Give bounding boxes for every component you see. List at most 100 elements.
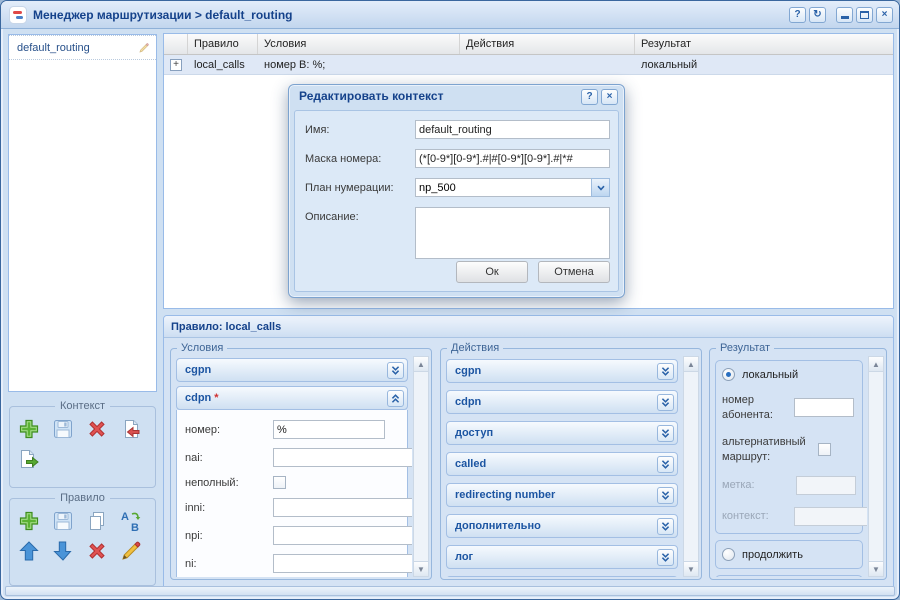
context-list: default_routing xyxy=(8,34,157,392)
scroll-down-icon[interactable]: ▼ xyxy=(684,561,698,576)
cgpn-panel-header[interactable]: cgpn xyxy=(176,358,408,382)
close-icon[interactable]: × xyxy=(876,7,893,23)
grid-header-expander xyxy=(164,34,188,54)
mask-input[interactable] xyxy=(415,149,610,168)
chevron-up-icon[interactable] xyxy=(387,390,404,407)
action-panel-access[interactable]: доступ xyxy=(446,421,678,445)
description-textarea[interactable] xyxy=(415,207,610,259)
actions-fieldset: Действия cgpn cdpn доступ c xyxy=(440,342,702,580)
chevron-down-icon[interactable] xyxy=(657,394,674,411)
numbering-plan-select[interactable] xyxy=(415,178,591,197)
rule-move-up-button[interactable] xyxy=(16,538,42,564)
rule-add-button[interactable] xyxy=(16,508,42,534)
action-panel-called[interactable]: called xyxy=(446,452,678,476)
number-input[interactable] xyxy=(273,420,385,439)
export-icon xyxy=(17,447,41,471)
chevron-down-icon[interactable] xyxy=(657,363,674,380)
continue-option[interactable]: продолжить xyxy=(722,548,856,561)
rule-delete-button[interactable] xyxy=(84,538,110,564)
ok-button[interactable]: Ок xyxy=(456,261,528,283)
radio-icon[interactable] xyxy=(722,548,735,561)
dialog-help-icon[interactable]: ? xyxy=(581,89,598,105)
local-option[interactable]: локальный xyxy=(722,368,856,381)
rule-move-down-button[interactable] xyxy=(50,538,76,564)
incomplete-checkbox[interactable] xyxy=(273,476,286,489)
arrow-up-icon xyxy=(17,539,41,563)
radio-selected-icon[interactable] xyxy=(722,368,735,381)
result-content: локальный номер абонента: альтернативный… xyxy=(711,354,867,577)
chevron-down-icon[interactable] xyxy=(657,487,674,504)
alt-route-checkbox[interactable] xyxy=(818,443,831,456)
grid-header-result[interactable]: Результат xyxy=(635,34,893,54)
context-select[interactable] xyxy=(794,507,867,526)
chevron-down-icon[interactable] xyxy=(387,362,404,379)
rule-rename-button[interactable]: A B xyxy=(118,508,144,534)
chevron-down-icon[interactable] xyxy=(657,456,674,473)
cdpn-panel-header[interactable]: cdpn* xyxy=(176,386,408,410)
chevron-down-icon[interactable] xyxy=(657,518,674,535)
name-input[interactable] xyxy=(415,120,610,139)
context-save-button[interactable] xyxy=(50,416,76,442)
rule-copy-button[interactable] xyxy=(84,508,110,534)
subscriber-number-input[interactable] xyxy=(794,398,854,417)
result-option-continue-group: продолжить xyxy=(715,540,863,569)
grid-header: Правило Условия Действия Результат xyxy=(164,34,893,55)
rule-save-button[interactable] xyxy=(50,508,76,534)
svg-text:B: B xyxy=(131,522,139,533)
grid-header-rule[interactable]: Правило xyxy=(188,34,258,54)
npi-select[interactable] xyxy=(273,526,412,545)
minimize-icon[interactable] xyxy=(836,7,853,23)
result-scrollbar[interactable]: ▲ ▼ xyxy=(868,356,884,577)
nai-select[interactable] xyxy=(273,448,412,467)
conditions-scrollbar[interactable]: ▲ ▼ xyxy=(413,356,429,577)
inni-select[interactable] xyxy=(273,498,412,517)
result-fieldset: Результат локальный номер абонента: альт… xyxy=(709,342,887,580)
action-panel-cgpn[interactable]: cgpn xyxy=(446,359,678,383)
rule-edit-button[interactable] xyxy=(118,538,144,564)
window-controls: ? ↻ × xyxy=(789,7,893,23)
chevron-down-icon[interactable] xyxy=(657,549,674,566)
cell-result: локальный xyxy=(635,55,893,74)
maximize-icon[interactable] xyxy=(856,7,873,23)
actions-scrollbar[interactable]: ▲ ▼ xyxy=(683,356,699,577)
app-logo-icon xyxy=(9,6,27,24)
context-add-button[interactable] xyxy=(16,416,42,442)
scroll-down-icon[interactable]: ▼ xyxy=(869,561,883,576)
row-expand-icon[interactable]: + xyxy=(170,59,182,71)
ni-select[interactable] xyxy=(273,554,412,573)
cancel-button[interactable]: Отмена xyxy=(538,261,610,283)
action-panel-redirecting-number[interactable]: redirecting number xyxy=(446,483,678,507)
action-panel-additional[interactable]: дополнительно xyxy=(446,514,678,538)
context-delete-button[interactable] xyxy=(84,416,110,442)
cell-conditions: номер B: %; xyxy=(258,55,460,74)
list-item[interactable]: default_routing xyxy=(9,35,156,60)
context-import-button[interactable] xyxy=(118,416,144,442)
alt-route-label: альтернативный маршрут: xyxy=(722,435,818,465)
copy-icon xyxy=(85,509,109,533)
conditions-legend: Условия xyxy=(177,342,227,354)
action-panel-clipped[interactable] xyxy=(446,576,678,577)
scroll-up-icon[interactable]: ▲ xyxy=(869,357,883,372)
scroll-up-icon[interactable]: ▲ xyxy=(414,357,428,372)
add-icon xyxy=(17,509,41,533)
scroll-up-icon[interactable]: ▲ xyxy=(684,357,698,372)
chevron-down-icon[interactable] xyxy=(657,425,674,442)
rename-icon: A B xyxy=(119,509,143,533)
delete-icon xyxy=(85,417,109,441)
grid-header-conditions[interactable]: Условия xyxy=(258,34,460,54)
context-export-button[interactable] xyxy=(16,446,42,472)
scroll-down-icon[interactable]: ▼ xyxy=(414,561,428,576)
combo-trigger-icon[interactable] xyxy=(591,178,610,197)
edit-pencil-icon[interactable] xyxy=(137,41,151,55)
table-row[interactable]: + local_calls номер B: %; локальный xyxy=(164,55,893,75)
cdpn-panel-body: номер: nai: xyxy=(176,410,408,577)
label-input[interactable] xyxy=(796,476,856,495)
context-group-legend: Контекст xyxy=(55,400,110,412)
grid-header-actions[interactable]: Действия xyxy=(460,34,635,54)
refresh-icon[interactable]: ↻ xyxy=(809,7,826,23)
action-panel-cdpn[interactable]: cdpn xyxy=(446,390,678,414)
help-icon[interactable]: ? xyxy=(789,7,806,23)
edit-context-dialog: Редактировать контекст ? × Имя: Маска но… xyxy=(288,84,625,298)
action-panel-log[interactable]: лог xyxy=(446,545,678,569)
dialog-close-icon[interactable]: × xyxy=(601,89,618,105)
